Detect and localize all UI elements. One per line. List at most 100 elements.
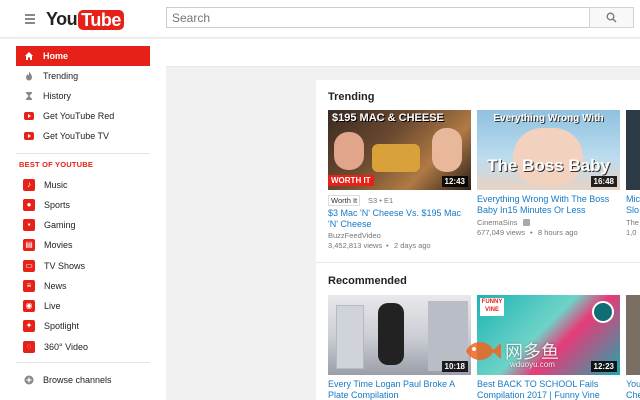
sidebar-item-gaming[interactable]: ▪ Gaming [16, 215, 150, 235]
watermark-fish-logo [462, 336, 502, 366]
thumbnail-caption: Everything Wrong With [493, 113, 604, 124]
youtube-red-icon [24, 111, 34, 121]
video-duration: 12:43 [441, 176, 468, 187]
live-icon: ◉ [23, 300, 35, 312]
logo-you: You [46, 9, 78, 29]
youtube-logo[interactable]: You Tube [46, 9, 124, 30]
news-icon: ≡ [23, 280, 35, 292]
logo-tube: Tube [78, 9, 124, 30]
music-icon: ♪ [23, 179, 35, 191]
sidebar-item-label: Music [44, 180, 68, 190]
upload-age: 8 hours ago [538, 228, 578, 237]
sidebar-item-label: Trending [43, 71, 79, 81]
thumbnail-person [432, 128, 462, 172]
watermark-domain: wduoyu.com [510, 360, 555, 369]
video-title[interactable]: Mic [626, 194, 640, 205]
sidebar-item-browse-channels[interactable]: Browse channels [16, 370, 150, 390]
thumbnail-person [334, 132, 364, 170]
view-count: 3,452,813 views [328, 241, 383, 250]
search-button[interactable] [589, 7, 634, 28]
upload-age: 2 days ago [394, 241, 431, 250]
gaming-icon: ▪ [23, 219, 35, 231]
episode-label: S3 • E1 [368, 196, 394, 205]
sidebar-item-label: Movies [44, 240, 73, 250]
sidebar-item-movies[interactable]: ▤ Movies [16, 235, 150, 255]
channel-name[interactable]: CinemaSins [477, 218, 517, 228]
sidebar-item-trending[interactable]: Trending [16, 66, 150, 86]
verified-icon [523, 219, 530, 226]
youtube-tv-icon [24, 131, 34, 141]
sidebar-item-youtube-tv[interactable]: Get YouTube TV [16, 126, 150, 146]
video-thumbnail[interactable]: 10:18 [328, 295, 471, 375]
channel-badge-icon [592, 301, 614, 323]
view-count: 677,049 views [477, 228, 525, 237]
sidebar-item-music[interactable]: ♪ Music [16, 175, 150, 195]
section-title-best-of-youtube: BEST OF YOUTUBE [19, 160, 94, 169]
sidebar-item-news[interactable]: ≡ News [16, 276, 150, 296]
video-title[interactable]: Everything Wrong With The Boss Baby In15… [477, 194, 620, 216]
separator-dot: • [530, 228, 533, 237]
worth-it-badge: WORTH IT [328, 175, 374, 186]
360-video-icon: ◌ [23, 341, 35, 353]
sidebar-item-label: News [44, 281, 67, 291]
sidebar-item-label: Live [44, 301, 61, 311]
sidebar-item-live[interactable]: ◉ Live [16, 296, 150, 316]
thumbnail-caption: The Boss Baby [487, 156, 610, 175]
menu-icon[interactable] [25, 14, 35, 24]
feed-filter-bar [166, 39, 640, 67]
video-title[interactable]: $3 Mac 'N' Cheese Vs. $195 Mac 'N' Chees… [328, 208, 471, 230]
video-title[interactable]: Slo [626, 205, 639, 216]
thumbnail-food [372, 144, 420, 172]
channel-name[interactable]: The [626, 218, 639, 228]
tv-shows-icon: ▭ [23, 260, 35, 272]
video-title[interactable]: Every Time Logan Paul Broke A Plate Comp… [328, 379, 471, 400]
sidebar-item-history[interactable]: History [16, 86, 150, 106]
video-title[interactable]: You [626, 379, 640, 390]
video-thumbnail[interactable] [626, 110, 640, 190]
sidebar-divider [16, 153, 150, 154]
sidebar-divider [16, 362, 150, 363]
video-duration: 16:48 [590, 176, 617, 187]
thumbnail-person [378, 303, 404, 365]
sports-icon: ● [23, 199, 35, 211]
sidebar-item-label: 360° Video [44, 342, 88, 352]
plus-circle-icon [24, 375, 34, 385]
search-input[interactable] [166, 7, 590, 28]
flame-icon [24, 71, 34, 81]
separator-dot: • [386, 241, 389, 250]
video-thumbnail[interactable]: Everything Wrong With The Boss Baby 16:4… [477, 110, 620, 190]
movies-icon: ▤ [23, 239, 35, 251]
thumbnail-caption: FUNNY VINE [480, 298, 504, 316]
sidebar-item-label: Sports [44, 200, 71, 210]
sidebar-item-label: Home [43, 51, 69, 61]
shelf-title-trending[interactable]: Trending [328, 91, 374, 103]
sidebar-item-360-video[interactable]: ◌ 360° Video [16, 337, 150, 357]
home-icon [24, 51, 34, 61]
sidebar-item-spotlight[interactable]: ✦ Spotlight [16, 316, 150, 336]
video-thumbnail[interactable]: $195 MAC & CHEESE WORTH IT 12:43 [328, 110, 471, 190]
series-badge: Worth It [328, 195, 361, 206]
sidebar-item-label: Get YouTube TV [43, 131, 110, 141]
shelf-title-recommended[interactable]: Recommended [328, 275, 407, 287]
thumbnail-shelf [336, 305, 364, 369]
search-icon [606, 12, 617, 23]
hourglass-icon [24, 91, 34, 101]
spotlight-icon: ✦ [23, 320, 35, 332]
video-title[interactable]: Che [626, 390, 640, 400]
video-duration: 12:23 [590, 361, 617, 372]
sidebar-item-label: History [43, 91, 72, 101]
sidebar-item-youtube-red[interactable]: Get YouTube Red [16, 106, 150, 126]
sidebar-item-sports[interactable]: ● Sports [16, 195, 150, 215]
video-thumbnail[interactable] [626, 295, 640, 375]
view-count: 1,0 [626, 228, 637, 237]
video-title[interactable]: Best BACK TO SCHOOL Fails Compilation 20… [477, 379, 620, 400]
channel-name[interactable]: BuzzFeedVideo [328, 231, 381, 241]
sidebar-item-tv-shows[interactable]: ▭ TV Shows [16, 256, 150, 276]
thumbnail-caption: $195 MAC & CHEESE [332, 112, 444, 124]
masthead: You Tube [0, 0, 640, 38]
sidebar-item-label: TV Shows [44, 261, 86, 271]
sidebar-item-home[interactable]: Home [16, 46, 150, 66]
sidebar-item-label: Browse channels [43, 375, 112, 385]
sidebar-item-label: Get YouTube Red [43, 111, 115, 121]
sidebar-item-label: Gaming [44, 220, 76, 230]
